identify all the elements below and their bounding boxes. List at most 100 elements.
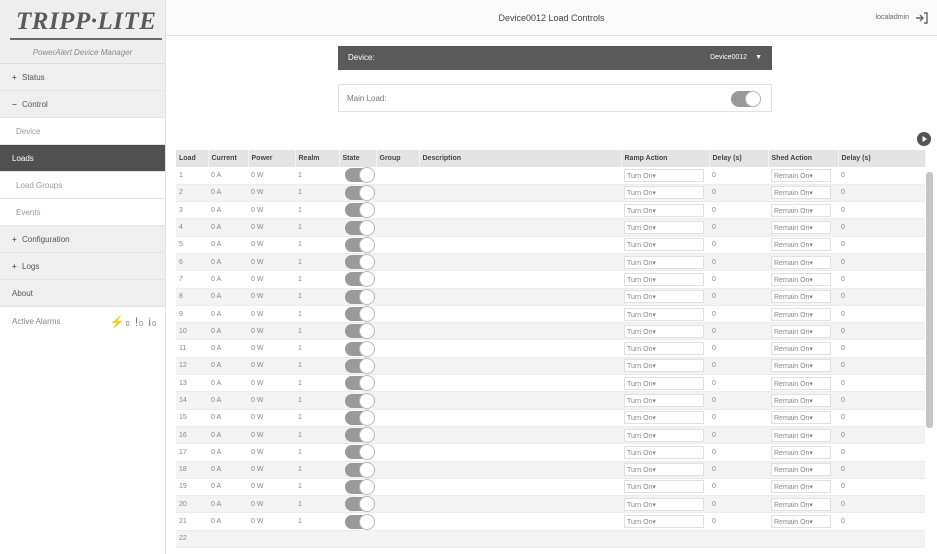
shed-action-select[interactable]: Remain On▾ <box>771 497 831 511</box>
sidebar-item-load-groups[interactable]: Load Groups <box>0 172 165 199</box>
table-scrollbar[interactable] <box>926 172 933 428</box>
table-body: 10 A0 W 1 Turn On▾ 0 Remain On▾ 0 2 0 A0 W 1 Turn… <box>176 167 925 549</box>
device-select[interactable]: Device0012 ▼ <box>710 46 762 70</box>
load-realm: 1 <box>295 339 339 358</box>
ramp-action-select[interactable]: Turn On▾ <box>624 290 704 304</box>
shed-action-select[interactable]: Remain On▾ <box>771 238 831 252</box>
load-power: 0 W <box>248 288 295 306</box>
sidebar-item-status[interactable]: + Status <box>0 64 165 91</box>
shed-action-select[interactable]: Remain On▾ <box>771 480 831 494</box>
user-name[interactable]: localadmin <box>876 0 909 36</box>
load-state-toggle[interactable] <box>345 340 375 357</box>
ramp-action-select[interactable]: Turn On▾ <box>624 342 704 356</box>
load-state-toggle[interactable] <box>345 444 375 461</box>
ramp-action-select[interactable]: Turn On▾ <box>624 221 704 235</box>
ramp-delay: 0 <box>709 288 768 306</box>
shed-action-select[interactable]: Remain On▾ <box>771 463 831 477</box>
ramp-action-select[interactable]: Turn On▾ <box>624 411 704 425</box>
shed-delay: 0 <box>838 253 925 272</box>
load-realm: 1 <box>295 253 339 272</box>
sidebar-item-events[interactable]: Events <box>0 199 165 226</box>
shed-action-select[interactable]: Remain On▾ <box>771 515 831 529</box>
load-state-toggle[interactable] <box>345 236 375 253</box>
load-description <box>419 426 621 445</box>
shed-action-select[interactable]: Remain On▾ <box>771 411 831 425</box>
shed-action-select[interactable]: Remain On▾ <box>771 394 831 407</box>
load-state-toggle[interactable] <box>345 271 375 288</box>
active-alarms[interactable]: Active Alarms ⚡0 !0 i0 <box>0 307 165 337</box>
chevron-down-icon: ▾ <box>809 449 813 457</box>
logout-icon[interactable] <box>915 11 929 25</box>
ramp-action-select[interactable]: Turn On▾ <box>624 272 704 286</box>
ramp-action-select[interactable]: Turn On▾ <box>624 186 704 200</box>
ramp-action-select[interactable]: Turn On▾ <box>624 463 704 477</box>
load-power: 0 W <box>248 305 295 324</box>
logo: TRIPP·LITE <box>10 6 163 40</box>
load-state-toggle[interactable] <box>345 288 375 305</box>
ramp-action-select[interactable]: Turn On▾ <box>624 359 704 373</box>
sidebar-item-loads[interactable]: Loads <box>0 145 165 172</box>
load-state-toggle[interactable] <box>345 375 375 391</box>
sidebar-item-device[interactable]: Device <box>0 118 165 145</box>
sidebar-item-control[interactable]: − Control <box>0 91 165 118</box>
load-state-toggle[interactable] <box>345 513 375 530</box>
main-load-toggle[interactable] <box>731 91 761 107</box>
shed-action-select[interactable]: Remain On▾ <box>771 342 831 356</box>
load-state-toggle[interactable] <box>345 409 375 426</box>
ramp-delay: 0 <box>709 495 768 514</box>
ramp-action-value: Turn On <box>627 415 653 423</box>
ramp-action-select[interactable]: Turn On▾ <box>624 480 704 494</box>
ramp-action-select[interactable]: Turn On▾ <box>624 238 704 252</box>
ramp-action-select[interactable]: Turn On▾ <box>624 428 704 442</box>
shed-action-select[interactable]: Remain On▾ <box>771 203 831 217</box>
shed-action-select[interactable]: Remain On▾ <box>771 428 831 442</box>
sidebar-item-about[interactable]: About <box>0 280 165 307</box>
shed-action-cell: Remain On▾ <box>768 357 838 376</box>
shed-action-select[interactable]: Remain On▾ <box>771 272 831 286</box>
load-state-toggle[interactable] <box>345 202 375 218</box>
chevron-down-icon: ▾ <box>809 467 813 475</box>
ramp-action-select[interactable]: Turn On▾ <box>624 203 704 217</box>
shed-action-select[interactable]: Remain On▾ <box>771 359 831 373</box>
sidebar-item-label: Status <box>22 73 45 82</box>
shed-action-select[interactable]: Remain On▾ <box>771 168 831 182</box>
load-state-toggle[interactable] <box>345 219 375 236</box>
load-state-toggle[interactable] <box>345 461 375 478</box>
ramp-action-select[interactable]: Turn On▾ <box>624 255 704 269</box>
load-state-toggle[interactable] <box>345 167 375 184</box>
ramp-action-select[interactable]: Turn On▾ <box>624 394 704 407</box>
load-realm: 1 <box>295 288 339 306</box>
shed-action-select[interactable]: Remain On▾ <box>771 186 831 200</box>
shed-action-select[interactable]: Remain On▾ <box>771 324 831 338</box>
load-state-toggle[interactable] <box>345 306 375 322</box>
sidebar-item-configuration[interactable]: + Configuration <box>0 226 165 253</box>
shed-action-select[interactable]: Remain On▾ <box>771 445 831 459</box>
shed-action-select[interactable]: Remain On▾ <box>771 290 831 304</box>
chevron-down-icon: ▾ <box>652 519 656 527</box>
load-description <box>419 443 621 462</box>
play-icon[interactable] <box>917 132 931 146</box>
shed-action-select[interactable]: Remain On▾ <box>771 255 831 269</box>
load-state-toggle[interactable] <box>345 496 375 512</box>
load-state-toggle[interactable] <box>345 254 375 270</box>
sidebar-item-logs[interactable]: + Logs <box>0 253 165 280</box>
ramp-action-select[interactable]: Turn On▾ <box>624 376 704 390</box>
shed-action-select[interactable]: Remain On▾ <box>771 221 831 235</box>
load-number: 21 <box>176 512 208 531</box>
load-state-toggle[interactable] <box>345 427 375 443</box>
load-current: 0 A <box>208 201 248 220</box>
shed-action-select[interactable]: Remain On▾ <box>771 376 831 390</box>
column-header: State <box>339 150 377 167</box>
ramp-action-select[interactable]: Turn On▾ <box>624 168 704 182</box>
ramp-action-select[interactable]: Turn On▾ <box>624 324 704 338</box>
ramp-action-select[interactable]: Turn On▾ <box>624 445 704 459</box>
load-state-toggle[interactable] <box>345 478 375 495</box>
load-state-toggle[interactable] <box>345 357 375 374</box>
load-state-toggle[interactable] <box>345 392 375 409</box>
shed-action-select[interactable]: Remain On▾ <box>771 307 831 321</box>
ramp-action-select[interactable]: Turn On▾ <box>624 497 704 511</box>
load-state-toggle[interactable] <box>345 184 375 201</box>
ramp-action-select[interactable]: Turn On▾ <box>624 307 704 321</box>
ramp-action-select[interactable]: Turn On▾ <box>624 515 704 529</box>
load-state-toggle[interactable] <box>345 323 375 339</box>
